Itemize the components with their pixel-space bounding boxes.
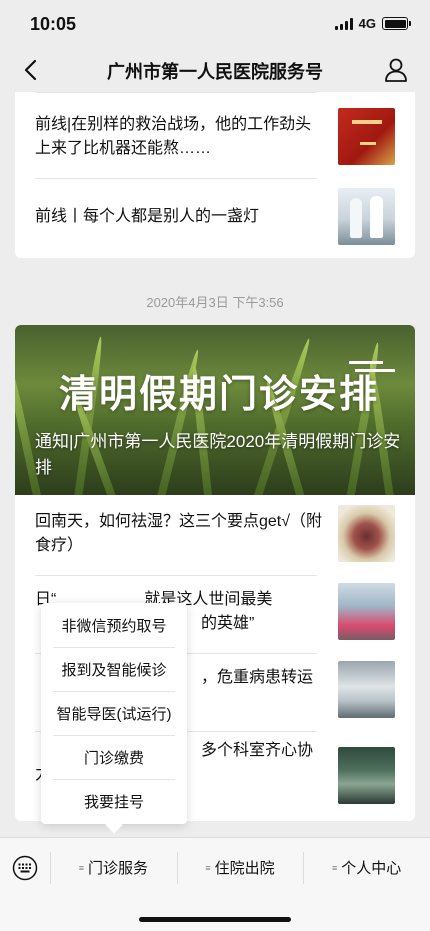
nav-bar: 广州市第一人民医院服务号 [0, 48, 430, 92]
divider [35, 575, 317, 576]
keyboard-toggle[interactable] [0, 838, 50, 898]
menu-item-smart-guide[interactable]: 智能导医(试运行) [41, 691, 187, 735]
person-icon[interactable] [382, 56, 410, 84]
menu-item-checkin-queue[interactable]: 报到及智能候诊 [41, 647, 187, 691]
divider [35, 92, 317, 93]
article-title: 前线丨每个人都是别人的一盏灯 [35, 207, 260, 225]
network-label: 4G [358, 16, 376, 31]
article-thumbnail [338, 661, 395, 718]
article-title: 回南天，如何祛湿？这三个要点get√（附食疗） [35, 512, 323, 554]
home-indicator[interactable] [139, 917, 291, 922]
account-menu-bar: ≡ 门诊服务 ≡ 住院出院 ≡ 个人中心 [0, 837, 430, 897]
page-title: 广州市第一人民医院服务号 [107, 62, 323, 82]
hero-banner[interactable]: 清明假期门诊安排 通知|广州市第一人民医院2020年清明假期门诊安排 [15, 325, 415, 495]
article-thumbnail [338, 505, 395, 562]
menu-label: 门诊服务 [87, 860, 148, 877]
service-popup-menu: 非微信预约取号 报到及智能候诊 智能导医(试运行) 门诊缴费 我要挂号 [41, 603, 187, 824]
hero-caption: 通知|广州市第一人民医院2020年清明假期门诊安排 [35, 432, 401, 477]
article-card: 前线|在别样的救治战场，他的工作劲头上来了比机器还能熬…… 前线丨每个人都是别人… [15, 92, 415, 258]
menu-item-register[interactable]: 我要挂号 [41, 779, 187, 823]
menu-item-non-wechat-booking[interactable]: 非微信预约取号 [41, 603, 187, 647]
banner-text: 清明假期门诊安排 [59, 371, 380, 416]
date-stamp: 2020年4月3日 下午3:56 [146, 295, 284, 310]
keyboard-icon [12, 855, 38, 880]
menu-label: 住院出院 [214, 860, 275, 877]
article-item[interactable]: 回南天，如何祛湿？这三个要点get√（附食疗） [35, 505, 395, 562]
menu-lines-icon: ≡ [205, 862, 211, 873]
banner-mark [355, 369, 395, 372]
status-indicators: 4G [334, 16, 411, 31]
article-thumbnail [338, 746, 395, 804]
home-indicator-area [0, 897, 430, 931]
menu-lines-icon: ≡ [78, 862, 84, 873]
article-thumbnail [338, 108, 395, 165]
article-item[interactable]: 前线|在别样的救治战场，他的工作劲头上来了比机器还能熬…… [35, 108, 395, 165]
menu-personal-center[interactable]: ≡ 个人中心 [303, 838, 430, 898]
article-item[interactable]: 前线丨每个人都是别人的一盏灯 [35, 188, 395, 245]
menu-outpatient-services[interactable]: ≡ 门诊服务 [50, 838, 177, 898]
menu-label: 个人中心 [341, 860, 402, 877]
article-title-part: ，危重病患转运 [201, 668, 314, 686]
menu-item-outpatient-payment[interactable]: 门诊缴费 [41, 735, 187, 779]
article-title-part: 的英雄” [201, 614, 255, 632]
banner-mark [349, 361, 383, 364]
article-title: 前线|在别样的救治战场，他的工作劲头上来了比机器还能熬…… [35, 115, 312, 157]
status-bar: 10:05 4G [0, 0, 430, 48]
article-thumbnail [338, 188, 395, 245]
status-time: 10:05 [30, 14, 77, 34]
divider [35, 178, 317, 179]
menu-lines-icon: ≡ [332, 862, 338, 873]
article-thumbnail [338, 583, 395, 640]
menu-inpatient[interactable]: ≡ 住院出院 [176, 838, 304, 898]
battery-icon [382, 17, 411, 30]
signal-icon [334, 17, 353, 30]
